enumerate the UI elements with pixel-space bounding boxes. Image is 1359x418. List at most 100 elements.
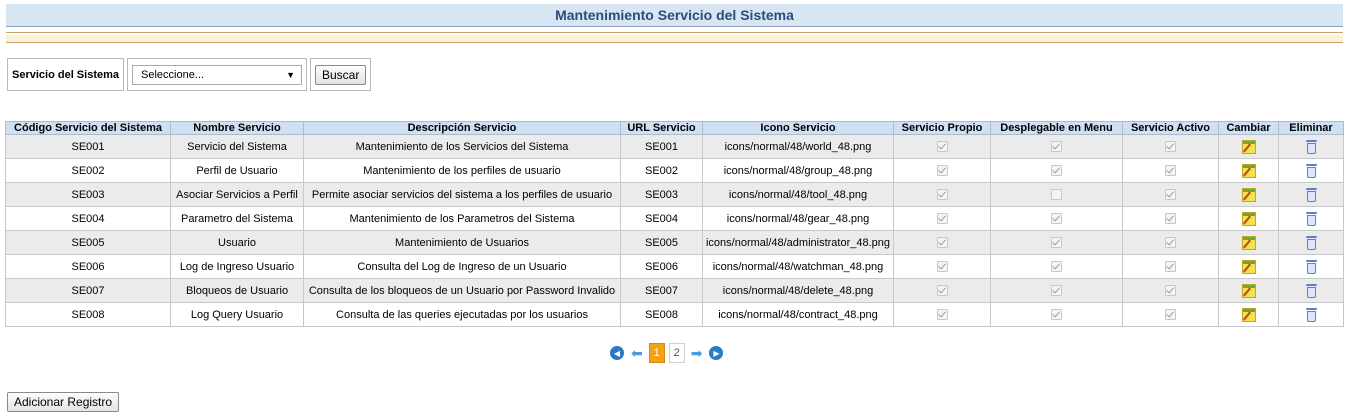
menu-checkbox [1051,309,1062,321]
edit-icon[interactable] [1241,235,1256,250]
cell-icon-path: icons/normal/48/administrator_48.png [702,230,894,255]
cell-propio [893,302,991,327]
add-button-container: Adicionar Registro [7,392,120,412]
prev-page-icon[interactable]: ⬅ [631,346,643,360]
cell-description: Permite asociar servicios del sistema a … [303,182,621,207]
edit-icon[interactable] [1241,187,1256,202]
page-2-button[interactable]: 2 [668,343,685,363]
table-header-row: Código Servicio del Sistema Nombre Servi… [5,121,1344,135]
table-row: SE004 Parametro del Sistema Mantenimiento … [5,206,1344,231]
add-record-button[interactable]: Adicionar Registro [7,392,120,412]
service-select[interactable]: Seleccione... ▼ [132,64,302,85]
activo-checkbox [1165,213,1176,225]
cell-propio [893,278,991,303]
edit-icon[interactable] [1241,259,1256,274]
cell-icon-path: icons/normal/48/tool_48.png [702,182,894,207]
cell-delete [1278,278,1344,303]
cell-delete [1278,182,1344,207]
trash-icon[interactable] [1305,164,1317,178]
cell-edit [1218,158,1279,183]
cell-description: Mantenimiento de los Parametros del Sist… [303,206,621,231]
propio-checkbox [936,237,948,249]
edit-icon[interactable] [1241,139,1256,154]
cell-edit [1218,230,1279,255]
services-table: Código Servicio del Sistema Nombre Servi… [5,121,1344,327]
header-icon[interactable]: Icono Servicio [702,121,894,135]
first-page-icon[interactable]: ◀ [610,346,624,360]
cell-menu [990,134,1123,159]
cell-activo [1122,158,1219,183]
divider-band [6,35,1343,43]
propio-checkbox [936,165,948,177]
cell-description: Mantenimiento de los Servicios del Siste… [303,134,621,159]
header-code[interactable]: Código Servicio del Sistema [5,121,171,135]
cell-propio [893,230,991,255]
trash-icon[interactable] [1305,188,1317,202]
cell-edit [1218,134,1279,159]
cell-propio [893,206,991,231]
cell-edit [1218,278,1279,303]
cell-propio [893,182,991,207]
cell-propio [893,254,991,279]
edit-icon[interactable] [1241,283,1256,298]
trash-icon[interactable] [1305,260,1317,274]
header-url[interactable]: URL Servicio [620,121,703,135]
menu-checkbox [1051,165,1062,177]
activo-checkbox [1165,189,1176,201]
activo-checkbox [1165,165,1176,177]
cell-activo [1122,134,1219,159]
cell-edit [1218,254,1279,279]
cell-propio [893,134,991,159]
propio-checkbox [936,189,948,201]
trash-icon[interactable] [1305,140,1317,154]
header-description[interactable]: Descripción Servicio [303,121,621,135]
cell-code: SE001 [5,134,171,159]
cell-activo [1122,182,1219,207]
title-bar: Mantenimiento Servicio del Sistema [6,4,1343,27]
last-page-icon[interactable]: ▶ [709,346,724,360]
cell-url: SE008 [620,302,703,327]
menu-checkbox [1051,261,1062,273]
table-row: SE008 Log Query Usuario Consulta de las qu… [5,302,1344,327]
cell-menu [990,302,1123,327]
cell-edit [1218,302,1279,327]
filter-label: Servicio del Sistema [12,68,119,81]
cell-menu [990,230,1123,255]
cell-icon-path: icons/normal/48/watchman_48.png [702,254,894,279]
cell-icon-path: icons/normal/48/delete_48.png [702,278,894,303]
page-1-button[interactable]: 1 [648,343,665,363]
activo-checkbox [1165,309,1176,321]
search-button[interactable]: Buscar [315,64,367,85]
propio-checkbox [936,213,948,225]
cell-icon-path: icons/normal/48/world_48.png [702,134,894,159]
activo-checkbox [1165,237,1176,249]
cell-description: Consulta del Log de Ingreso de un Usuari… [303,254,621,279]
cell-url: SE005 [620,230,703,255]
trash-icon[interactable] [1305,212,1317,226]
trash-icon[interactable] [1305,308,1317,322]
edit-icon[interactable] [1241,163,1256,178]
activo-checkbox [1165,285,1176,297]
cell-name: Parametro del Sistema [170,206,304,231]
header-name[interactable]: Nombre Servicio [170,121,304,135]
cell-description: Mantenimiento de Usuarios [303,230,621,255]
cell-edit [1218,206,1279,231]
table-row: SE001 Servicio del Sistema Mantenimiento d… [5,134,1344,159]
trash-icon[interactable] [1305,236,1317,250]
filter-select-cell: Seleccione... ▼ [127,58,307,91]
trash-icon[interactable] [1305,284,1317,298]
header-menu[interactable]: Desplegable en Menu [990,121,1123,135]
edit-icon[interactable] [1241,307,1256,322]
cell-name: Bloqueos de Usuario [170,278,304,303]
next-page-icon[interactable]: ➡ [691,346,703,360]
activo-checkbox [1165,141,1176,153]
cell-name: Log Query Usuario [170,302,304,327]
header-activo[interactable]: Servicio Activo [1122,121,1219,135]
header-delete: Eliminar [1278,121,1344,135]
header-propio[interactable]: Servicio Propio [893,121,991,135]
pagination: ◀ ⬅ 1 2 ➡ ▶ [607,342,726,364]
cell-activo [1122,254,1219,279]
cell-menu [990,254,1123,279]
propio-checkbox [936,141,948,153]
edit-icon[interactable] [1241,211,1256,226]
